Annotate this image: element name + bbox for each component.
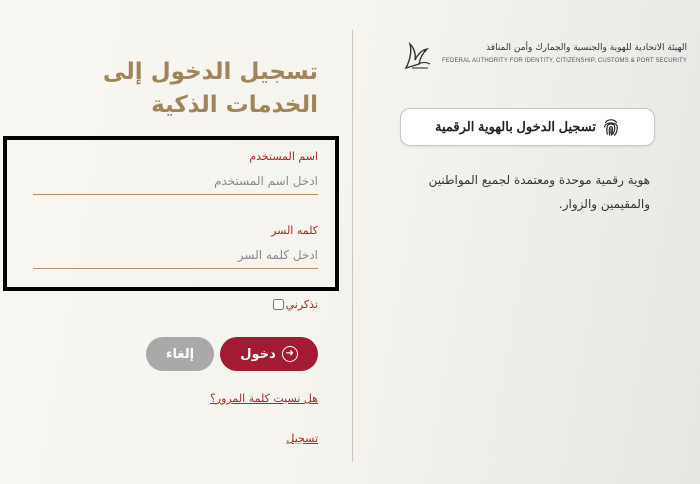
- remember-me-checkbox[interactable]: [272, 299, 284, 310]
- username-field: اسم المستخدم: [33, 150, 318, 198]
- login-button[interactable]: ➜ دخول: [220, 337, 318, 371]
- forgot-password-link[interactable]: هل نسيت كلمة المرور؟: [210, 392, 318, 405]
- authority-name-en: FEDERAL AUTHORITY FOR IDENTITY, CITIZENS…: [442, 58, 688, 64]
- login-button-label: دخول: [240, 346, 276, 362]
- falcon-emblem-icon: [404, 41, 431, 70]
- page-title: تسجيل الدخول إلى الخدمات الذكية: [102, 59, 318, 118]
- username-input[interactable]: [33, 171, 318, 195]
- login-arrow-icon: ➜: [281, 346, 298, 362]
- cancel-button[interactable]: إلغاء: [146, 337, 214, 371]
- username-label: اسم المستخدم: [249, 150, 318, 163]
- digital-id-login-button[interactable]: تسجيل الدخول بالهوية الرقمية: [400, 108, 655, 146]
- remember-me[interactable]: تذكرني: [272, 298, 318, 311]
- column-divider: [352, 30, 353, 462]
- cancel-button-label: إلغاء: [165, 346, 195, 362]
- password-input[interactable]: [33, 245, 318, 269]
- password-field: كلمه السر: [33, 224, 318, 272]
- authority-logo: الهيئة الاتحادية للهوية والجنسية والجمار…: [400, 38, 690, 78]
- digital-id-description: هوية رقمية موحدة ومعتمدة لجميع المواطنين…: [428, 173, 650, 211]
- register-link[interactable]: تسجيل: [286, 432, 318, 445]
- authority-name-ar: الهيئة الاتحادية للهوية والجنسية والجمار…: [486, 43, 687, 53]
- remember-me-label: تذكرني: [285, 298, 318, 311]
- digital-id-login-label: تسجيل الدخول بالهوية الرقمية: [435, 119, 597, 134]
- password-label: كلمه السر: [271, 224, 318, 237]
- fingerprint-icon: [604, 119, 618, 136]
